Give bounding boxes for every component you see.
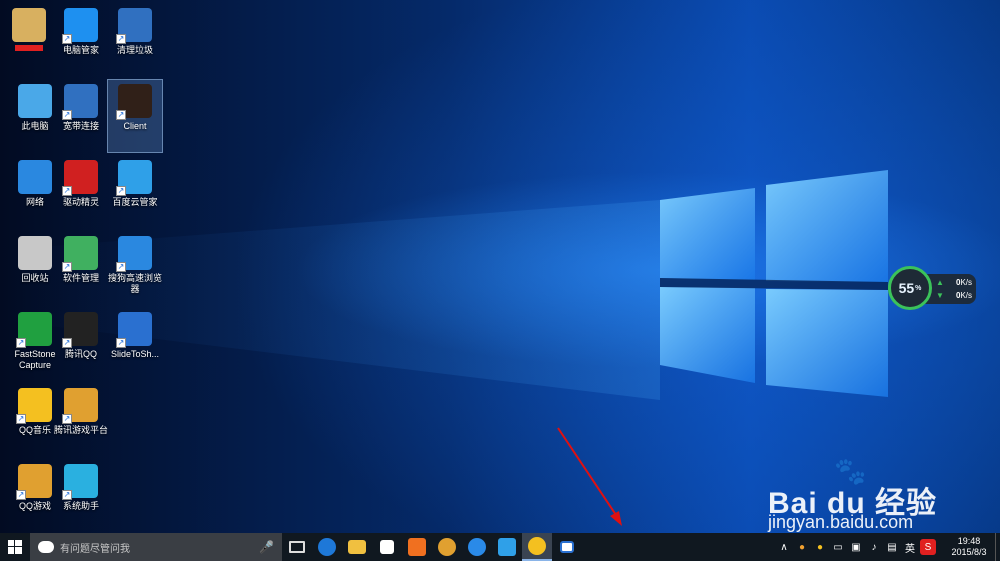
broom-icon: ↗ xyxy=(116,8,152,44)
upload-icon: ▲ xyxy=(936,278,944,287)
software-manager-icon: ↗ xyxy=(62,236,98,272)
desktop-icon-label: 软件管理 xyxy=(62,273,99,283)
network-speed-widget[interactable]: 55% ▲ 0K/s ▼ 0K/s xyxy=(888,266,976,310)
qq-music-icon[interactable] xyxy=(522,533,552,561)
qq-music-tray-icon[interactable]: ● xyxy=(812,539,828,555)
sogou-browser-icon: ↗ xyxy=(116,236,152,272)
desktop-icon-label: 驱动精灵 xyxy=(62,197,99,207)
usage-percent: 55 xyxy=(898,280,915,296)
desktop-icon-broom[interactable]: ↗ 清理垃圾 xyxy=(108,4,162,76)
network-globe-icon xyxy=(18,160,52,194)
recycle-bin-icon xyxy=(18,236,52,270)
clock[interactable]: 19:48 2015/8/3 xyxy=(943,536,995,558)
desktop-icon-label: 腾讯游戏平台 xyxy=(53,425,108,435)
shortcut-arrow-icon: ↗ xyxy=(116,110,126,120)
microphone-icon[interactable]: 🎤 xyxy=(259,540,274,554)
search-placeholder: 有问题尽管问我 xyxy=(60,543,130,555)
shortcut-arrow-icon: ↗ xyxy=(116,34,126,44)
ime-indicator[interactable]: 英 xyxy=(902,539,918,555)
network-icon[interactable]: ▣ xyxy=(848,539,864,555)
file-explorer-icon[interactable] xyxy=(342,533,372,561)
edge-icon[interactable] xyxy=(312,533,342,561)
desktop-icon-shield[interactable]: ↗ 电脑管家 xyxy=(54,4,108,76)
qq-game-icon: ↗ xyxy=(16,464,52,500)
desktop-icon-slide-to-shutdown[interactable]: ↗ SlideToSh... xyxy=(108,308,162,380)
baidu-cloud-icon[interactable] xyxy=(492,533,522,561)
taskbar: 有问题尽管问我 🎤 ∧ ● ● ▭ ▣ ♪ ▤ 英 S 19:48 2015/8… xyxy=(0,533,1000,561)
baidu-cloud-icon: ↗ xyxy=(116,160,152,196)
desktop-icon-qq-penguin[interactable]: ↗ 腾讯QQ xyxy=(54,308,108,380)
windows-logo-icon xyxy=(8,540,22,554)
computer-icon xyxy=(18,84,52,118)
faststone-icon: ↗ xyxy=(16,312,52,348)
desktop-icon-label: 百度云管家 xyxy=(112,197,158,207)
system-assistant-icon: ↗ xyxy=(62,464,98,500)
shortcut-arrow-icon: ↗ xyxy=(16,490,26,500)
qq-penguin-icon: ↗ xyxy=(62,312,98,348)
desktop-icon-label: 腾讯QQ xyxy=(64,349,97,359)
system-tray: ∧ ● ● ▭ ▣ ♪ ▤ 英 S 19:48 2015/8/3 xyxy=(775,533,1000,561)
media-player-icon[interactable] xyxy=(402,533,432,561)
desktop-icon-client-app[interactable]: ↗ Client xyxy=(107,79,163,153)
store-icon[interactable] xyxy=(372,533,402,561)
tray-app-icon[interactable]: ● xyxy=(794,539,810,555)
baidu-jingyan-watermark: 🐾 Bai du 经验 jingyan.baidu.com xyxy=(768,456,988,536)
user-folder-icon xyxy=(12,8,46,42)
desktop-icon-user-folder[interactable] xyxy=(2,4,56,76)
game-icon[interactable] xyxy=(432,533,462,561)
shortcut-arrow-icon: ↗ xyxy=(116,338,126,348)
driver-genius-icon: ↗ xyxy=(62,160,98,196)
desktop-icon-label: 宽带连接 xyxy=(62,121,99,131)
desktop-icon-label: SlideToSh... xyxy=(110,349,160,359)
shortcut-arrow-icon: ↗ xyxy=(62,34,72,44)
network-connection-icon: ↗ xyxy=(62,84,98,120)
clock-time: 19:48 xyxy=(957,536,981,546)
desktop-icon-label: Client xyxy=(123,121,147,131)
shortcut-arrow-icon: ↗ xyxy=(62,338,72,348)
clock-date: 2015/8/3 xyxy=(951,547,987,557)
desktop-icon-tencent-games[interactable]: ↗ 腾讯游戏平台 xyxy=(54,384,108,456)
slide-to-shutdown-icon[interactable] xyxy=(552,533,582,561)
shortcut-arrow-icon: ↗ xyxy=(16,338,26,348)
desktop-icon-software-manager[interactable]: ↗ 软件管理 xyxy=(54,232,108,304)
shortcut-arrow-icon: ↗ xyxy=(62,186,72,196)
cortana-search-box[interactable]: 有问题尽管问我 🎤 xyxy=(30,533,282,561)
shortcut-arrow-icon: ↗ xyxy=(116,186,126,196)
shortcut-arrow-icon: ↗ xyxy=(116,262,126,272)
shortcut-arrow-icon: ↗ xyxy=(16,414,26,424)
tencent-games-icon: ↗ xyxy=(62,388,98,424)
desktop-icon-driver-genius[interactable]: ↗ 驱动精灵 xyxy=(54,156,108,228)
desktop-icon-sogou-browser[interactable]: ↗ 搜狗高速浏览器 xyxy=(108,232,162,304)
volume-icon[interactable]: ♪ xyxy=(866,539,882,555)
shortcut-arrow-icon: ↗ xyxy=(62,110,72,120)
action-center-icon[interactable]: ▤ xyxy=(884,539,900,555)
show-desktop-button[interactable] xyxy=(995,533,1000,561)
desktop-icon-baidu-cloud[interactable]: ↗ 百度云管家 xyxy=(108,156,162,228)
client-app-icon: ↗ xyxy=(116,84,152,120)
slide-to-shutdown-icon: ↗ xyxy=(116,312,152,348)
shield-icon: ↗ xyxy=(62,8,98,44)
sogou-icon[interactable] xyxy=(462,533,492,561)
cortana-icon xyxy=(38,541,54,553)
network-usage-ring: 55% xyxy=(888,266,932,310)
sogou-ime-icon[interactable]: S xyxy=(920,539,936,555)
desktop-icon-label: 电脑管家 xyxy=(62,45,99,55)
shortcut-arrow-icon: ↗ xyxy=(62,490,72,500)
redacted-label xyxy=(15,45,43,51)
chevron-up-icon[interactable]: ∧ xyxy=(776,539,792,555)
desktop-icon-label: 系统助手 xyxy=(62,501,99,511)
watermark-url: jingyan.baidu.com xyxy=(768,512,914,532)
desktop-icon-label: 清理垃圾 xyxy=(116,45,153,55)
desktop-icon-label: 搜狗高速浏览器 xyxy=(107,273,162,294)
shortcut-arrow-icon: ↗ xyxy=(62,262,72,272)
desktop-icon-system-assistant[interactable]: ↗ 系统助手 xyxy=(54,460,108,532)
start-button[interactable] xyxy=(0,533,30,561)
task-view-icon[interactable] xyxy=(282,533,312,561)
download-icon: ▼ xyxy=(936,291,944,300)
battery-icon[interactable]: ▭ xyxy=(830,539,846,555)
qq-music-icon: ↗ xyxy=(16,388,52,424)
shortcut-arrow-icon: ↗ xyxy=(62,414,72,424)
desktop-icon-network-connection[interactable]: ↗ 宽带连接 xyxy=(54,80,108,152)
